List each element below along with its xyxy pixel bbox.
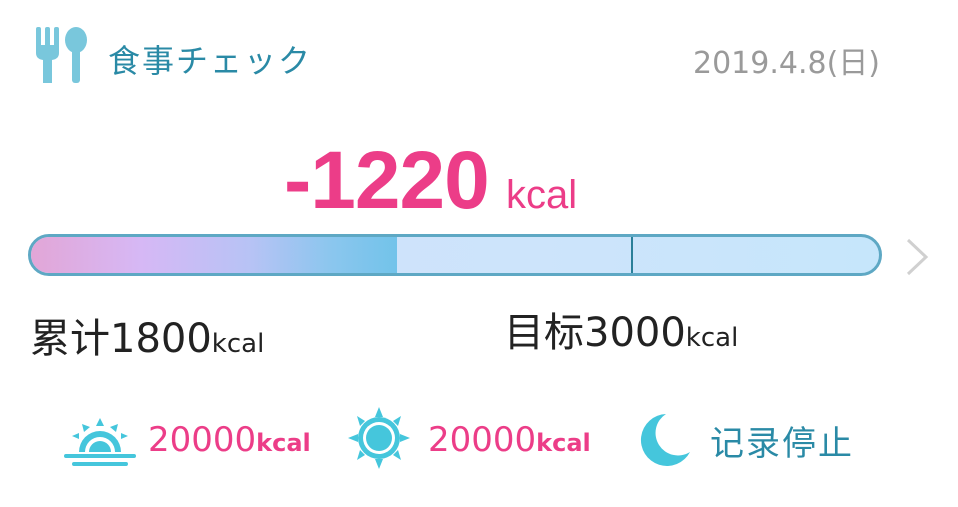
fork-spoon-icon	[36, 27, 87, 83]
calorie-progress-fill	[31, 237, 397, 273]
total-kcal-label: 累计1800kcal	[30, 306, 264, 364]
calorie-progress-bar	[28, 234, 882, 276]
meal-noon-unit: kcal	[536, 429, 591, 457]
sunrise-icon	[64, 418, 136, 466]
meal-morning-value: 20000kcal	[148, 420, 311, 460]
page-title: 食事チェック	[108, 42, 313, 80]
chevron-right-icon[interactable]	[900, 234, 934, 280]
goal-kcal-label: 目标3000kcal	[504, 300, 738, 358]
meal-morning-number: 20000	[148, 420, 257, 460]
meal-night[interactable]: 记录停止	[636, 412, 854, 468]
remaining-kcal-unit: kcal	[506, 173, 578, 217]
goal-kcal-unit: kcal	[685, 323, 739, 353]
moon-icon	[640, 414, 690, 466]
meal-noon-value: 20000kcal	[428, 420, 591, 460]
meal-noon-number: 20000	[428, 420, 537, 460]
goal-kcal-text: 目标3000	[504, 310, 686, 356]
total-kcal-unit: kcal	[211, 329, 265, 359]
progress-divider-marker	[631, 237, 633, 273]
total-kcal-text: 累计1800	[30, 316, 212, 362]
meal-night-status: 记录停止	[710, 423, 854, 464]
meal-noon[interactable]: 20000kcal	[344, 407, 591, 469]
meal-morning[interactable]: 20000kcal	[62, 412, 311, 468]
meal-morning-unit: kcal	[256, 429, 311, 457]
date-label: 2019.4.8(日)	[692, 46, 880, 81]
sun-icon	[348, 407, 410, 469]
remaining-kcal-value: -1220	[284, 135, 490, 226]
